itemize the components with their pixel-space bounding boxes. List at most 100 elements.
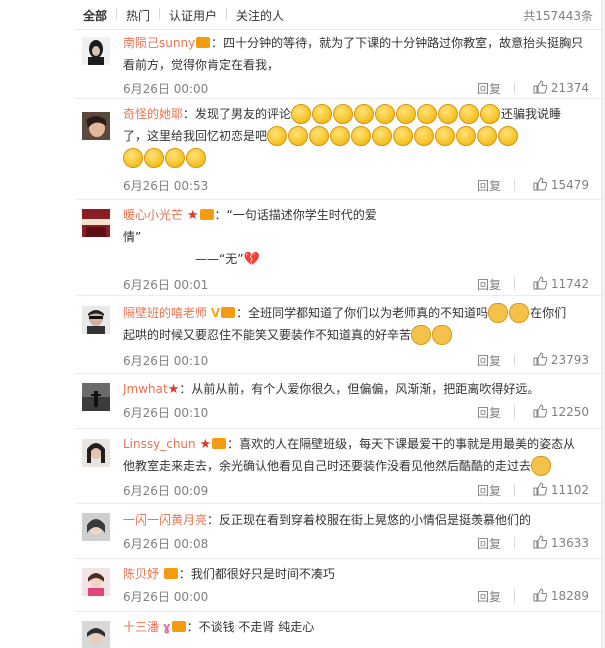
like-button[interactable]: 11742 (533, 276, 589, 291)
username-link[interactable]: Linssy_chun (123, 437, 196, 451)
vip-badge-icon (212, 438, 227, 449)
meta-divider (514, 537, 515, 549)
scrollbar-track[interactable] (601, 0, 605, 648)
comment-meta: 6月26日 00:01 回复 11742 (123, 276, 589, 292)
avatar[interactable] (82, 112, 110, 140)
comment-text: ：喜欢的人在隔壁班级，每天下课最爱干的事就是用最美的姿态从 (227, 437, 576, 451)
comment-time: 6月26日 00:10 (123, 354, 209, 368)
cat-emoji-icon (411, 324, 432, 345)
avatar[interactable] (82, 621, 110, 648)
comment-panel: 全部 热门 认证用户 关注的人 共157443条 南陨己sunny ：四十分钟的等… (75, 0, 601, 648)
reply-button[interactable]: 回复 (477, 482, 501, 499)
meta-divider (514, 82, 515, 94)
reply-button[interactable]: 回复 (477, 404, 501, 421)
grin-emoji-icon (414, 125, 435, 146)
reply-button[interactable]: 回复 (477, 80, 501, 97)
comment-time: 6月26日 00:00 (123, 590, 209, 604)
reply-button[interactable]: 回复 (477, 588, 501, 605)
comment-item: 一闪一闪黄月亮：反正现在看到穿着校服在街上晃悠的小情侣是挺羡慕他们的 6月26日… (75, 504, 601, 559)
meta-divider (514, 278, 515, 290)
grin-emoji-icon (393, 125, 414, 146)
tab-hot[interactable]: 热门 (126, 7, 150, 24)
smirk-emoji-icon (480, 103, 501, 124)
smirk-emoji-icon (396, 103, 417, 124)
vip-badge-icon (171, 621, 186, 632)
vip-badge-icon (199, 209, 214, 220)
like-button[interactable]: 21374 (533, 80, 589, 95)
reply-button[interactable]: 回复 (477, 276, 501, 293)
thumbs-up-icon (533, 588, 547, 602)
like-button[interactable]: 15479 (533, 177, 589, 192)
tab-all[interactable]: 全部 (83, 7, 107, 24)
username-link[interactable]: 奇怪的她耶 (123, 107, 183, 121)
avatar[interactable] (82, 439, 110, 467)
comment-item: 南陨己sunny ：四十分钟的等待，就为了下课的十分钟路过你教室，故意抬头挺胸只 … (75, 30, 601, 99)
like-button[interactable]: 23793 (533, 352, 589, 367)
grin-emoji-icon (123, 147, 143, 168)
comment-item: 奇怪的她耶：发现了男友的评论 还骗我说睡 了，这里给我回忆初恋是吧 6月26日 0… (75, 99, 601, 200)
reply-button[interactable]: 回复 (477, 352, 501, 369)
vip-badge-icon (196, 37, 211, 48)
username-link[interactable]: 陈贝妤 (123, 567, 159, 581)
avatar[interactable] (82, 513, 110, 541)
comment-item: 隔壁班的嘻老师 V ：全班同学都知道了你们以为老师真的不知道吗 在你们 起哄的时候又… (75, 296, 601, 374)
comment-text: 了，这里给我回忆初恋是吧 (123, 129, 268, 143)
vip-badge-icon (221, 307, 236, 318)
verified-v-icon: V (210, 306, 221, 320)
comment-meta: 6月26日 00:00 回复 18289 (123, 588, 589, 604)
grin-emoji-icon (309, 125, 330, 146)
comment-body: 暖心小光芒 ★ ：“一句话描述你学生时代的爱 情” ——“无”💔 (123, 204, 589, 270)
tab-divider (159, 8, 160, 20)
grin-emoji-icon (144, 147, 164, 168)
comment-time: 6月26日 00:00 (123, 82, 209, 96)
username-link[interactable]: 南陨己sunny (123, 36, 195, 50)
username-link[interactable]: 暖心小光芒 (123, 208, 183, 222)
reply-button[interactable]: 回复 (477, 535, 501, 552)
like-count: 15479 (550, 178, 589, 192)
avatar[interactable] (82, 568, 110, 596)
avatar[interactable] (82, 306, 110, 334)
comment-body: Linssy_chun ★ ：喜欢的人在隔壁班级，每天下课最爱干的事就是用最美的姿… (123, 433, 589, 477)
grin-emoji-icon (456, 125, 477, 146)
comment-item: Linssy_chun ★ ：喜欢的人在隔壁班级，每天下课最爱干的事就是用最美的姿… (75, 429, 601, 504)
avatar[interactable] (82, 209, 110, 237)
tab-divider (226, 8, 227, 20)
smirk-emoji-icon (312, 103, 333, 124)
smirk-emoji-icon (459, 103, 480, 124)
thumbs-up-icon (533, 80, 547, 94)
username-link[interactable]: 隔壁班的嘻老师 (123, 306, 207, 320)
comment-item: 十三潘 ɣ ：不谈钱 不走肾 纯走心 (75, 612, 601, 648)
comment-time: 6月26日 00:01 (123, 278, 209, 292)
thumbs-up-icon (533, 276, 547, 290)
like-button[interactable]: 12250 (533, 404, 589, 419)
cat-emoji-icon (509, 302, 530, 323)
comment-time: 6月26日 00:10 (123, 406, 209, 420)
meta-divider (514, 406, 515, 418)
like-button[interactable]: 11102 (533, 482, 589, 497)
reply-button[interactable]: 回复 (477, 177, 501, 194)
smirk-emoji-icon (438, 103, 459, 124)
username-link[interactable]: 一闪一闪黄月亮 (123, 513, 207, 527)
smirk-emoji-icon (333, 103, 354, 124)
comment-text: ：不谈钱 不走肾 纯走心 (186, 620, 315, 634)
username-link[interactable]: 十三潘 (123, 620, 159, 634)
filter-tabs: 全部 热门 认证用户 关注的人 共157443条 (75, 0, 601, 30)
like-button[interactable]: 13633 (533, 535, 589, 550)
cat-emoji-icon (531, 455, 552, 476)
avatar[interactable] (82, 37, 110, 65)
comment-meta: 6月26日 00:08 回复 13633 (123, 535, 589, 551)
comment-meta: 6月26日 00:10 回复 12250 (123, 404, 589, 420)
grin-emoji-icon (186, 147, 206, 168)
tab-following[interactable]: 关注的人 (236, 7, 284, 24)
username-link[interactable]: Jmwhat (123, 382, 168, 396)
comment-time: 6月26日 00:53 (123, 179, 209, 193)
comment-meta: 6月26日 00:09 回复 11102 (123, 482, 589, 498)
thumbs-up-icon (533, 352, 547, 366)
smirk-emoji-icon (417, 103, 438, 124)
tab-verified[interactable]: 认证用户 (169, 7, 217, 24)
cat-emoji-icon (488, 302, 509, 323)
avatar[interactable] (82, 383, 110, 411)
grin-emoji-icon (165, 147, 185, 168)
vip-badge-icon (163, 568, 178, 579)
like-button[interactable]: 18289 (533, 588, 589, 603)
